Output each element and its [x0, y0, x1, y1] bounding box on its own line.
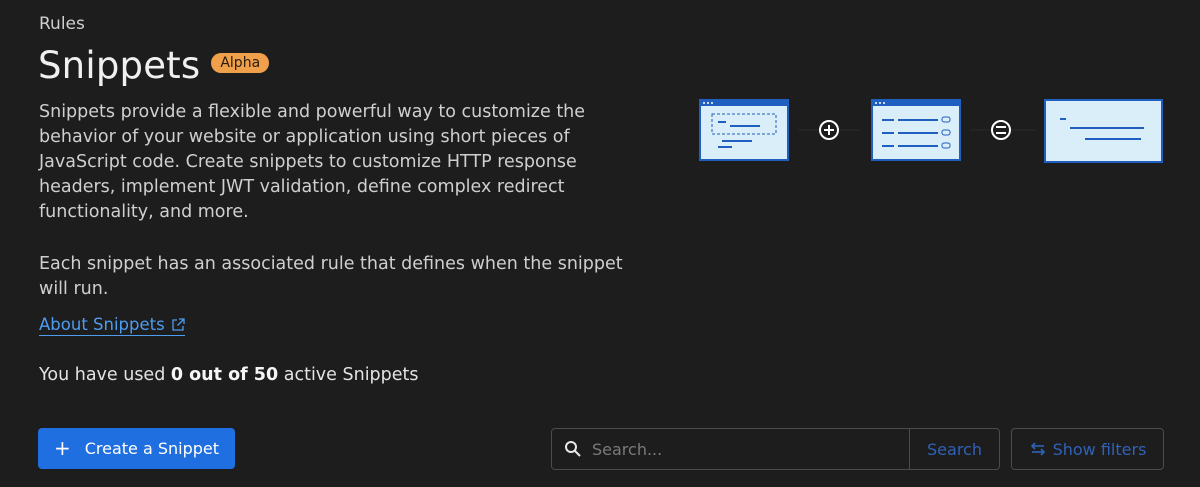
search-field — [552, 429, 909, 469]
usage-prefix: You have used — [39, 365, 171, 385]
result-window-icon — [1044, 99, 1163, 163]
equals-circle-icon — [991, 120, 1011, 140]
search-button[interactable]: Search — [909, 429, 999, 469]
rule-window-icon — [871, 99, 961, 161]
page-description: Snippets provide a flexible and powerful… — [39, 102, 586, 222]
about-snippets-label: About Snippets — [39, 315, 165, 334]
snippets-illustration — [699, 99, 1163, 163]
code-window-icon — [699, 99, 789, 161]
create-snippet-button[interactable]: + Create a Snippet — [38, 428, 235, 469]
search-icon — [565, 441, 581, 457]
usage-suffix: active Snippets — [278, 365, 419, 385]
status-badge: Alpha — [211, 52, 270, 73]
usage-summary: You have used 0 out of 50 active Snippet… — [39, 365, 419, 385]
create-snippet-label: Create a Snippet — [84, 439, 220, 458]
plus-icon: + — [53, 435, 71, 460]
title-row: Snippets Alpha — [38, 44, 270, 87]
show-filters-label: Show filters — [1052, 439, 1147, 459]
search-bar: Search — [551, 428, 1000, 470]
about-snippets-link[interactable]: About Snippets — [39, 315, 185, 336]
usage-count: 0 out of 50 — [170, 365, 279, 385]
page-title: Snippets — [38, 44, 201, 87]
external-link-icon — [172, 317, 185, 331]
page-description-secondary: Each snippet has an associated rule that… — [39, 254, 623, 299]
plus-circle-icon — [819, 120, 839, 140]
search-input[interactable] — [590, 438, 894, 460]
swap-arrows-icon — [1030, 442, 1045, 456]
breadcrumb[interactable]: Rules — [39, 14, 85, 34]
show-filters-button[interactable]: Show filters — [1011, 428, 1164, 470]
